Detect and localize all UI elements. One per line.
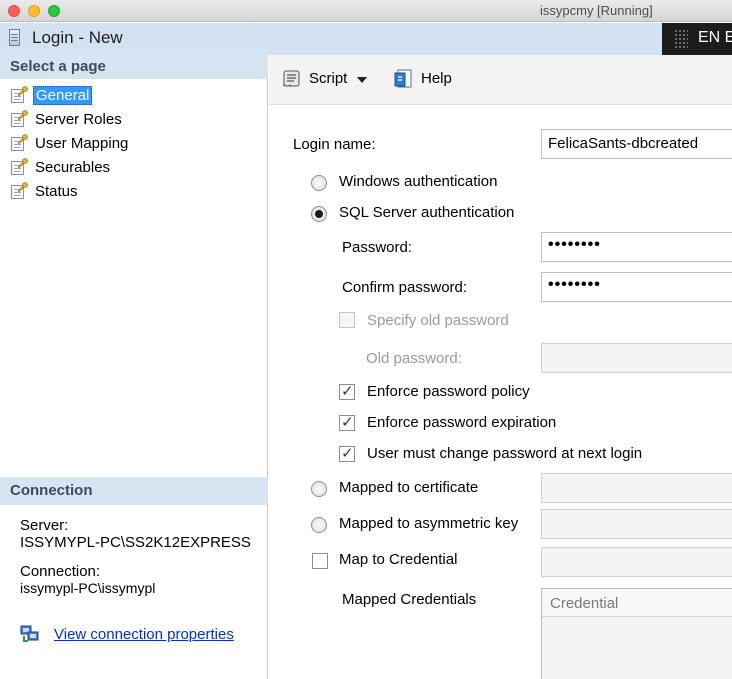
page-item-label: Status (35, 182, 78, 200)
mapped-asymmetric-radio[interactable] (311, 517, 327, 533)
specify-old-password-checkbox[interactable] (339, 312, 355, 328)
script-label: Script (309, 69, 348, 87)
mapped-certificate-radio[interactable] (311, 481, 327, 497)
windows-auth-radio[interactable] (311, 175, 327, 191)
connection-properties-icon (20, 624, 40, 644)
page-wrench-icon (10, 110, 28, 128)
enforce-expiration-checkbox[interactable] (339, 413, 355, 431)
mapped-asymmetric-label: Mapped to asymmetric key (339, 515, 519, 532)
credential-select[interactable] (541, 547, 732, 577)
dialog-title: Login - New (32, 28, 123, 47)
confirm-password-label: Confirm password: (342, 279, 468, 296)
login-name-input[interactable]: FelicaSants-dbcreated (541, 129, 732, 159)
left-pane: Select a page General Server Roles User … (0, 55, 268, 679)
enforce-policy-checkbox[interactable] (339, 382, 355, 400)
grip-icon (674, 29, 688, 49)
confirm-password-input[interactable]: •••••••• (541, 272, 732, 302)
windows-auth-label: Windows authentication (339, 173, 498, 190)
page-item-status[interactable]: Status (10, 179, 130, 203)
page-item-user-mapping[interactable]: User Mapping (10, 131, 130, 155)
page-item-general[interactable]: General (10, 83, 130, 107)
view-connection-properties[interactable]: View connection properties (20, 624, 234, 644)
password-input[interactable]: •••••••• (541, 232, 732, 262)
connection-info: Server: ISSYMYPL-PC\SS2K12EXPRESS Connec… (20, 517, 266, 597)
page-item-label: Server Roles (35, 110, 122, 128)
help-icon (394, 69, 412, 88)
page-list: General Server Roles User Mapping Secura… (10, 83, 130, 203)
mapped-certificate-label: Mapped to certificate (339, 479, 479, 496)
must-change-password-label: User must change password at next login (367, 445, 643, 462)
connection-value: issymypl-PC\issymypl (20, 580, 156, 596)
enforce-expiration-label: Enforce password expiration (367, 414, 557, 431)
connection-header: Connection (0, 477, 268, 505)
mapped-credentials-grid[interactable]: Credential (541, 588, 732, 679)
sql-auth-label: SQL Server authentication (339, 204, 515, 221)
page-wrench-icon (10, 158, 28, 176)
map-credential-checkbox[interactable] (312, 553, 328, 569)
language-indicator[interactable]: EN E (662, 23, 732, 55)
enforce-policy-label: Enforce password policy (367, 383, 530, 400)
connection-label: Connection: (20, 563, 101, 580)
close-window-icon[interactable] (8, 5, 20, 17)
script-icon (282, 70, 300, 87)
select-page-header: Select a page (0, 55, 268, 79)
specify-old-password-label: Specify old password (367, 312, 509, 329)
old-password-label: Old password: (366, 350, 462, 367)
credential-column-header[interactable]: Credential (542, 589, 732, 617)
page-item-securables[interactable]: Securables (10, 155, 130, 179)
old-password-input[interactable] (541, 343, 732, 373)
script-dropdown-arrow-icon[interactable] (357, 77, 367, 83)
server-label: Server: (20, 517, 69, 534)
page-wrench-icon (10, 86, 28, 104)
help-button[interactable]: Help (393, 67, 452, 89)
mac-title-bar: issypcmy [Running] (0, 0, 732, 22)
login-name-label: Login name: (293, 136, 376, 153)
certificate-select[interactable] (541, 473, 732, 503)
password-label: Password: (342, 239, 413, 256)
language-label: EN E (698, 29, 732, 46)
script-button[interactable]: Script (281, 67, 347, 89)
minimize-window-icon[interactable] (28, 5, 40, 17)
right-pane: Script Help Login name: FelicaSants-dbcr… (269, 55, 732, 679)
document-icon (9, 29, 20, 46)
must-change-password-checkbox[interactable] (339, 444, 355, 462)
toolbar: Script Help (269, 55, 732, 105)
mapped-credentials-label: Mapped Credentials (342, 591, 477, 608)
page-item-label: General (33, 85, 93, 105)
server-value: ISSYMYPL-PC\SS2K12EXPRESS (20, 534, 251, 551)
map-credential-label: Map to Credential (339, 551, 458, 568)
page-wrench-icon (10, 182, 28, 200)
help-label: Help (421, 69, 452, 87)
page-wrench-icon (10, 134, 28, 152)
page-item-label: User Mapping (35, 134, 129, 152)
zoom-window-icon[interactable] (48, 5, 60, 17)
vm-window-title: issypcmy [Running] (540, 3, 653, 18)
sql-auth-radio[interactable] (311, 206, 327, 222)
page-item-label: Securables (35, 158, 111, 176)
view-connection-link[interactable]: View connection properties (54, 626, 234, 643)
asymmetric-key-select[interactable] (541, 509, 732, 539)
page-item-server-roles[interactable]: Server Roles (10, 107, 130, 131)
dialog-title-bar: Login - New (0, 23, 732, 55)
